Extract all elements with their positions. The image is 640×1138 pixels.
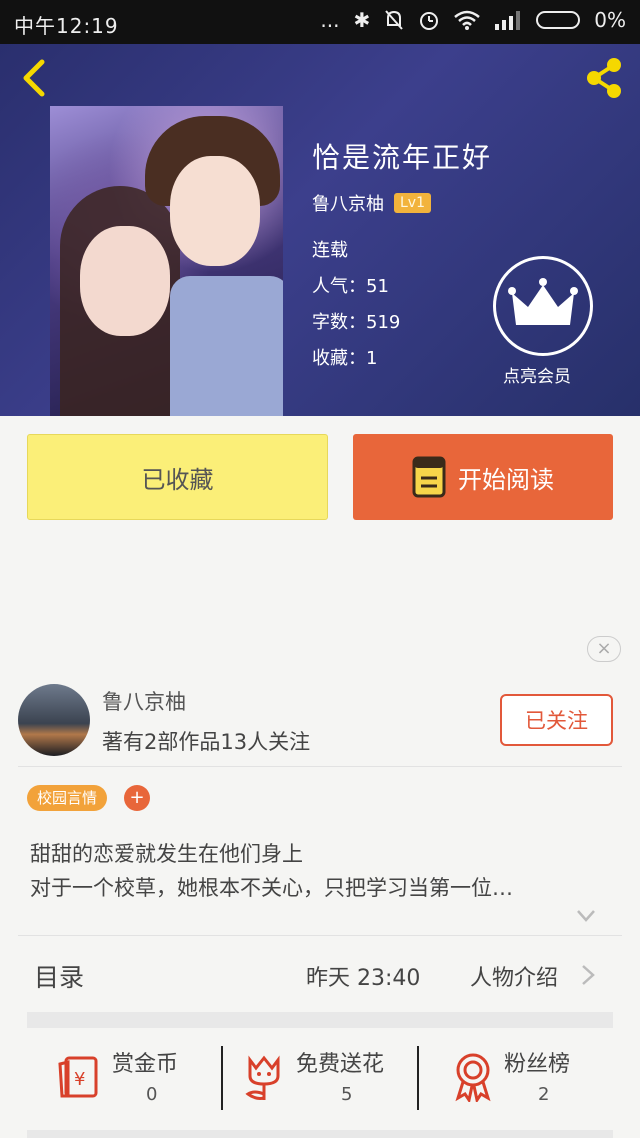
book-cover-image[interactable] xyxy=(50,106,283,416)
crown-icon xyxy=(508,278,578,325)
author-row: 鲁八京柚 Lv1 xyxy=(312,190,431,216)
start-reading-button[interactable]: 开始阅读 xyxy=(353,434,613,520)
add-tag-button[interactable]: + xyxy=(124,785,150,811)
book-title: 恰是流年正好 xyxy=(312,141,493,174)
divider xyxy=(18,766,622,767)
signal-icon xyxy=(495,11,521,30)
fan-ranking-value: 2 xyxy=(538,1084,550,1105)
reward-coins-item[interactable]: ¥ 赏金币 0 xyxy=(50,1040,220,1120)
battery-percent: 0% xyxy=(594,8,626,32)
section-separator xyxy=(27,1130,613,1138)
free-flower-value: 5 xyxy=(341,1084,353,1105)
dots-icon: ... xyxy=(320,8,340,32)
book-icon xyxy=(412,456,446,498)
start-reading-label: 开始阅读 xyxy=(458,465,554,494)
free-flower-item[interactable]: 免费送花 5 xyxy=(240,1040,415,1120)
battery-icon xyxy=(536,11,581,29)
stat-separator xyxy=(221,1046,223,1110)
expand-chevron-icon[interactable] xyxy=(576,908,596,924)
book-header: 恰是流年正好 鲁八京柚 Lv1 连载 人气：51 字数：519 收藏：1 点亮会… xyxy=(0,44,640,416)
status-bar: 中午12:19 ... ✱ 0% xyxy=(0,0,640,44)
status-icons: ... ✱ 0% xyxy=(320,8,626,32)
status-time: 中午12:19 xyxy=(14,14,119,38)
flower-icon xyxy=(245,1055,280,1100)
vip-button[interactable] xyxy=(493,256,593,356)
svg-text:¥: ¥ xyxy=(74,1069,85,1090)
author-card-name[interactable]: 鲁八京柚 xyxy=(102,686,186,716)
vip-label: 点亮会员 xyxy=(503,367,571,387)
wifi-icon xyxy=(454,10,481,30)
author-avatar[interactable] xyxy=(18,684,90,756)
description-line-1: 甜甜的恋爱就发生在他们身上 xyxy=(30,842,303,866)
medal-icon xyxy=(455,1053,491,1102)
author-card-stats: 著有2部作品13人关注 xyxy=(102,730,311,754)
free-flower-label: 免费送花 xyxy=(296,1052,385,1077)
fan-ranking-label: 粉丝榜 xyxy=(504,1052,571,1077)
close-icon[interactable]: × xyxy=(587,636,621,662)
favorites-count: 收藏：1 xyxy=(312,348,378,369)
share-button[interactable] xyxy=(582,56,626,100)
chevron-right-icon[interactable] xyxy=(580,964,596,986)
author-name[interactable]: 鲁八京柚 xyxy=(312,190,384,216)
mute-bell-icon xyxy=(385,10,404,30)
tag-campus-romance[interactable]: 校园言情 xyxy=(27,785,108,811)
popularity-count: 人气：51 xyxy=(312,276,389,297)
fan-ranking-item[interactable]: 粉丝榜 2 xyxy=(446,1040,606,1120)
toc-label[interactable]: 目录 xyxy=(34,958,84,994)
word-count: 字数：519 xyxy=(312,312,401,333)
followed-button[interactable]: 已关注 xyxy=(500,694,613,746)
level-badge: Lv1 xyxy=(394,193,431,213)
characters-link[interactable]: 人物介绍 xyxy=(470,960,558,992)
red-envelope-icon: ¥ xyxy=(58,1056,98,1098)
reward-coins-label: 赏金币 xyxy=(112,1052,179,1077)
stat-separator xyxy=(417,1046,419,1110)
section-separator xyxy=(27,1012,613,1028)
serial-status: 连载 xyxy=(312,240,348,261)
toc-updated-time: 昨天 23:40 xyxy=(306,966,421,991)
divider xyxy=(18,935,622,936)
favorited-button[interactable]: 已收藏 xyxy=(27,434,328,520)
bluetooth-icon: ✱ xyxy=(353,8,371,32)
alarm-icon xyxy=(420,12,439,30)
back-button[interactable] xyxy=(16,58,56,98)
reward-coins-value: 0 xyxy=(146,1084,158,1105)
description-line-2: 对于一个校草，她根本不关心，只把学习当第一位… xyxy=(30,876,513,900)
